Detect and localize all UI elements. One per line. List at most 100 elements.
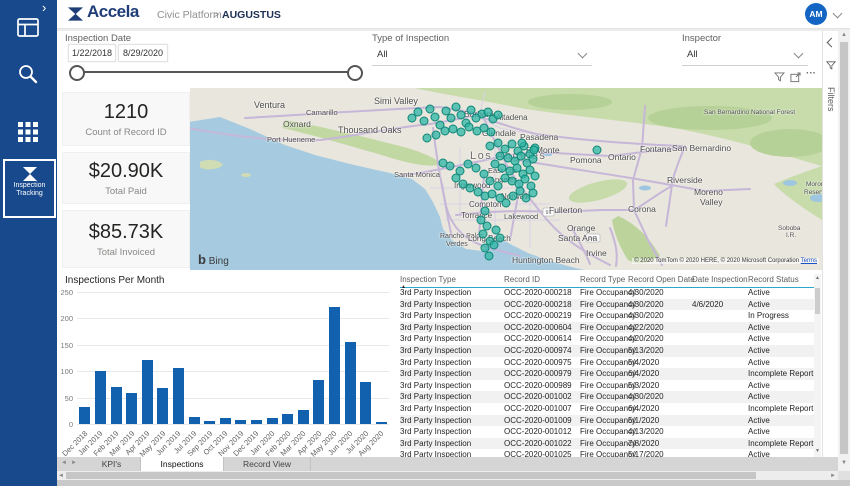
map-data-point[interactable] xyxy=(452,103,460,111)
map-data-point[interactable] xyxy=(494,111,502,119)
map-data-point[interactable] xyxy=(483,222,491,230)
table-row[interactable]: 3rd Party InspectionOCC-2020-001002Fire … xyxy=(400,391,814,403)
focus-mode-icon[interactable] xyxy=(790,72,802,84)
inspection-date-start-input[interactable]: 1/22/2018 xyxy=(68,44,116,62)
map-data-point[interactable] xyxy=(457,128,465,136)
bar[interactable] xyxy=(360,382,371,424)
column-header-record-id[interactable]: Record ID xyxy=(504,275,540,284)
map-data-point[interactable] xyxy=(516,187,524,195)
table-row[interactable]: 3rd Party InspectionOCC-2020-000974Fire … xyxy=(400,345,814,357)
filters-rail-label[interactable]: Filters xyxy=(826,87,836,112)
map-data-point[interactable] xyxy=(494,139,502,147)
map-data-point[interactable] xyxy=(457,111,465,119)
account-menu-chevron-icon[interactable] xyxy=(833,9,843,19)
map-data-point[interactable] xyxy=(441,127,449,135)
table-row[interactable]: 3rd Party InspectionOCC-2020-000989Fire … xyxy=(400,380,814,392)
table-row[interactable]: 3rd Party InspectionOCC-2020-000614Fire … xyxy=(400,333,814,345)
bar[interactable] xyxy=(220,418,231,424)
vertical-scrollbar-thumb[interactable] xyxy=(840,42,848,454)
map-data-point[interactable] xyxy=(530,146,538,154)
apps-grid-icon[interactable] xyxy=(16,120,40,144)
table-scroll-up-icon[interactable]: ▲ xyxy=(815,275,820,281)
bar[interactable] xyxy=(204,421,215,424)
more-options-icon[interactable]: ··· xyxy=(806,69,818,81)
map-data-point[interactable] xyxy=(431,113,439,121)
map-data-point[interactable] xyxy=(517,152,525,160)
map-data-point[interactable] xyxy=(593,146,601,154)
map-data-point[interactable] xyxy=(529,189,537,197)
map-data-point[interactable] xyxy=(464,160,472,168)
hscroll-left-icon[interactable]: ◄ xyxy=(58,473,64,479)
bar[interactable] xyxy=(95,371,106,424)
map-data-point[interactable] xyxy=(442,107,450,115)
tab-record-view[interactable]: Record View xyxy=(224,457,311,471)
kpi-card-count-of-record-id[interactable]: 1210 Count of Record ID xyxy=(62,92,190,146)
column-header-record-status[interactable]: Record Status xyxy=(748,275,799,284)
map-data-point[interactable] xyxy=(492,226,500,234)
map-data-point[interactable] xyxy=(490,241,498,249)
tab-nav-next-icon[interactable]: ► xyxy=(71,460,77,466)
kpi-card-total-paid[interactable]: $20.90K Total Paid xyxy=(62,152,190,204)
map-data-point[interactable] xyxy=(414,108,422,116)
map-terms-link[interactable]: Terms xyxy=(801,258,817,264)
bar[interactable] xyxy=(267,418,278,424)
pages-icon[interactable] xyxy=(16,17,40,41)
map-data-point[interactable] xyxy=(452,174,460,182)
inspection-date-end-input[interactable]: 8/29/2020 xyxy=(118,44,168,62)
bar[interactable] xyxy=(173,368,184,424)
map-data-point[interactable] xyxy=(439,159,447,167)
filters-funnel-icon[interactable] xyxy=(826,61,836,71)
map-data-point[interactable] xyxy=(522,194,530,202)
sidebar-expand-icon[interactable]: › xyxy=(42,0,46,15)
kpi-card-total-invoiced[interactable]: $85.73K Total Invoiced xyxy=(62,210,190,268)
map-data-point[interactable] xyxy=(486,177,494,185)
map-data-point[interactable] xyxy=(521,175,529,183)
table-row[interactable]: 3rd Party InspectionOCC-2020-000975Fire … xyxy=(400,357,814,369)
inspector-dropdown[interactable]: All xyxy=(682,45,808,66)
map-data-point[interactable] xyxy=(485,252,493,260)
column-header-record-type[interactable]: Record Type xyxy=(580,275,625,284)
map-data-point[interactable] xyxy=(479,230,487,238)
map-data-point[interactable] xyxy=(531,172,539,180)
map-data-point[interactable] xyxy=(513,164,521,172)
date-range-slider-handle-end[interactable] xyxy=(347,65,363,81)
table-scrollbar-thumb[interactable] xyxy=(815,288,820,314)
map-data-point[interactable] xyxy=(466,184,474,192)
map-data-point[interactable] xyxy=(472,164,480,172)
table-row[interactable]: 3rd Party InspectionOCC-2020-001012Fire … xyxy=(400,426,814,438)
bar[interactable] xyxy=(126,393,137,424)
sidebar-item-inspection-tracking[interactable]: Inspection Tracking xyxy=(3,159,56,218)
tab-nav-prev-icon[interactable]: ◄ xyxy=(61,460,67,466)
table-row[interactable]: 3rd Party InspectionOCC-2020-000218Fire … xyxy=(400,299,814,311)
hscroll-right-icon[interactable]: ► xyxy=(830,473,836,479)
type-of-inspection-dropdown[interactable]: All xyxy=(372,45,592,66)
bar[interactable] xyxy=(189,417,200,424)
column-header-date-inspection[interactable]: Date Inspection xyxy=(692,275,748,284)
map-data-point[interactable] xyxy=(432,131,440,139)
table-row[interactable]: 3rd Party InspectionOCC-2020-000219Fire … xyxy=(400,310,814,322)
inspections-map[interactable]: 91241 VenturaCamarilloOxnardThousand Oak… xyxy=(190,88,822,270)
map-data-point[interactable] xyxy=(408,114,416,122)
map-data-point[interactable] xyxy=(488,190,496,198)
map-data-point[interactable] xyxy=(508,140,516,148)
map-data-point[interactable] xyxy=(487,128,495,136)
bar[interactable] xyxy=(329,307,340,424)
tab-kpis[interactable]: KPI's xyxy=(83,457,141,471)
vscroll-up-icon[interactable]: ▲ xyxy=(841,32,847,38)
map-data-point[interactable] xyxy=(467,106,475,114)
date-range-slider-track[interactable] xyxy=(75,71,353,73)
map-data-point[interactable] xyxy=(518,139,526,147)
map-data-point[interactable] xyxy=(502,199,510,207)
map-data-point[interactable] xyxy=(498,164,506,172)
tab-inspections[interactable]: Inspections xyxy=(141,457,224,471)
bar[interactable] xyxy=(79,407,90,424)
map-data-point[interactable] xyxy=(496,152,504,160)
map-data-point[interactable] xyxy=(465,123,473,131)
map-data-point[interactable] xyxy=(423,134,431,142)
bar[interactable] xyxy=(111,387,122,424)
map-data-point[interactable] xyxy=(480,170,488,178)
user-avatar[interactable]: AM xyxy=(805,3,827,25)
bar[interactable] xyxy=(142,360,153,424)
table-row[interactable]: 3rd Party InspectionOCC-2020-001007Fire … xyxy=(400,403,814,415)
map-data-point[interactable] xyxy=(496,234,504,242)
